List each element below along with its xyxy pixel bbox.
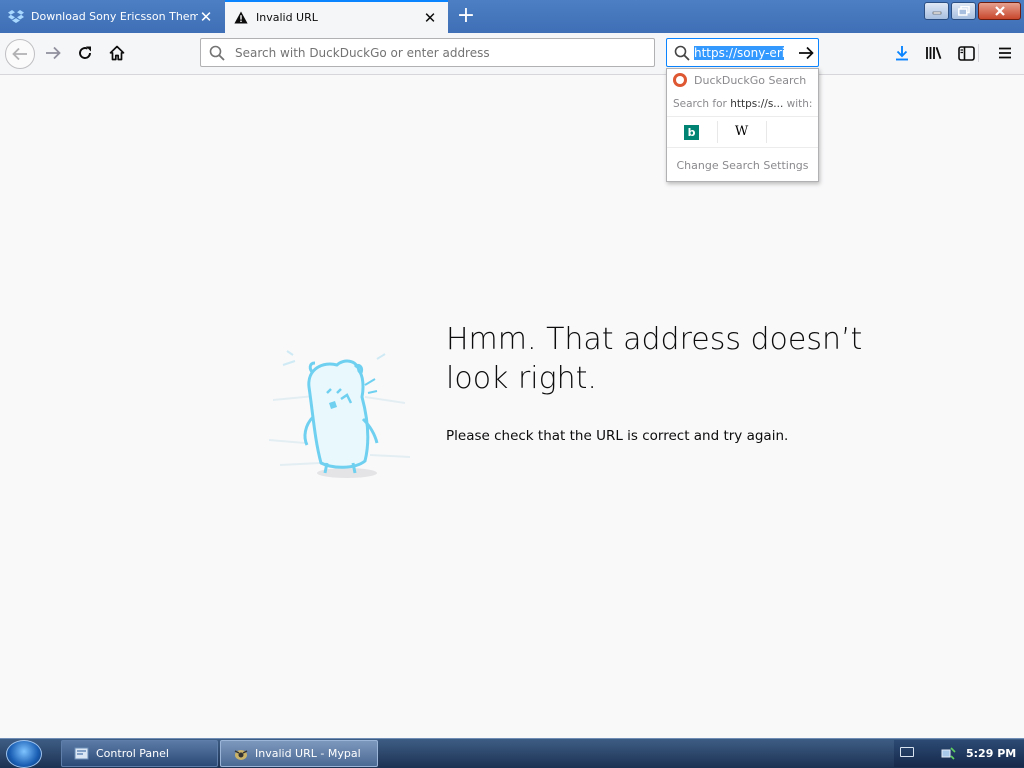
- toolbar-separator: [978, 44, 979, 62]
- hamburger-menu-icon[interactable]: [990, 38, 1020, 68]
- error-title: Hmm. That address doesn’t look right.: [446, 322, 863, 396]
- close-icon[interactable]: ✕: [198, 9, 214, 25]
- sidebar-icon[interactable]: [951, 38, 981, 68]
- change-search-settings-button[interactable]: Change Search Settings: [667, 159, 818, 172]
- error-description: Please check that the URL is correct and…: [446, 428, 789, 444]
- warning-icon: [233, 10, 249, 26]
- taskbar-item-label: Invalid URL - Mypal: [255, 747, 361, 760]
- engine-separator: [717, 121, 718, 143]
- system-tray: 5:29 PM: [894, 740, 1024, 767]
- tab-invalid-url[interactable]: Invalid URL ✕: [225, 0, 448, 33]
- search-selected-text: https://sony-eric: [694, 45, 784, 60]
- mypal-icon: [233, 746, 249, 762]
- go-arrow-icon[interactable]: [798, 45, 814, 61]
- clock: 5:29 PM: [966, 747, 1017, 760]
- keyboard-icon[interactable]: [900, 747, 914, 757]
- minimize-icon[interactable]: [924, 2, 949, 20]
- search-icon: [209, 45, 225, 61]
- download-arrow-icon[interactable]: [887, 38, 917, 68]
- tab-label: Invalid URL: [256, 11, 318, 24]
- wikipedia-icon[interactable]: W: [729, 123, 754, 141]
- tab-strip: Download Sony Ericsson Theme ✕ Invalid U…: [0, 0, 1024, 33]
- search-for-line: Search for https://s... with:: [673, 98, 812, 110]
- url-bar[interactable]: [200, 38, 655, 67]
- dropbox-icon: [8, 9, 24, 25]
- restore-icon[interactable]: [951, 2, 976, 20]
- search-suggestions-popup: DuckDuckGo Search Search for https://s..…: [666, 68, 819, 182]
- taskbar-item-mypal[interactable]: Invalid URL - Mypal: [220, 740, 378, 767]
- search-for-prefix: Search for: [673, 98, 731, 110]
- search-bar[interactable]: https://sony-eric: [666, 38, 819, 67]
- new-tab-plus-icon[interactable]: +: [456, 5, 476, 27]
- taskbar-item-control-panel[interactable]: Control Panel: [61, 740, 218, 767]
- search-for-suffix: with:: [783, 98, 813, 110]
- one-off-engines-row: b W: [667, 116, 818, 148]
- network-icon[interactable]: [940, 746, 956, 760]
- search-for-query: https://s...: [730, 98, 784, 110]
- search-engine-header: DuckDuckGo Search: [673, 73, 806, 87]
- start-orb-icon[interactable]: [6, 740, 42, 768]
- back-arrow-icon[interactable]: [5, 39, 35, 69]
- taskbar: Control Panel Invalid URL - Mypal 5:29 P…: [0, 738, 1024, 768]
- bing-logo: b: [684, 124, 699, 140]
- window-controls: [924, 2, 1021, 20]
- search-engine-label: DuckDuckGo Search: [694, 73, 807, 87]
- forward-arrow-icon[interactable]: [38, 38, 68, 68]
- reload-icon[interactable]: [70, 38, 100, 68]
- close-window-icon[interactable]: [978, 2, 1021, 20]
- search-input[interactable]: https://sony-eric: [694, 45, 784, 60]
- tab-download-sony-ericsson[interactable]: Download Sony Ericsson Theme ✕: [0, 0, 224, 33]
- tab-label: Download Sony Ericsson Theme: [31, 10, 198, 23]
- engine-separator: [766, 121, 767, 143]
- navigation-toolbar: https://sony-eric: [0, 33, 1024, 75]
- url-input[interactable]: [233, 44, 637, 61]
- control-panel-icon: [74, 746, 90, 762]
- library-icon[interactable]: [919, 38, 949, 68]
- home-icon[interactable]: [102, 38, 132, 68]
- bing-icon[interactable]: b: [679, 123, 704, 141]
- duckduckgo-icon: [673, 73, 687, 87]
- close-icon[interactable]: ✕: [422, 10, 438, 26]
- search-icon: [674, 45, 690, 61]
- error-mascot-illustration: [265, 345, 415, 485]
- taskbar-item-label: Control Panel: [96, 747, 169, 760]
